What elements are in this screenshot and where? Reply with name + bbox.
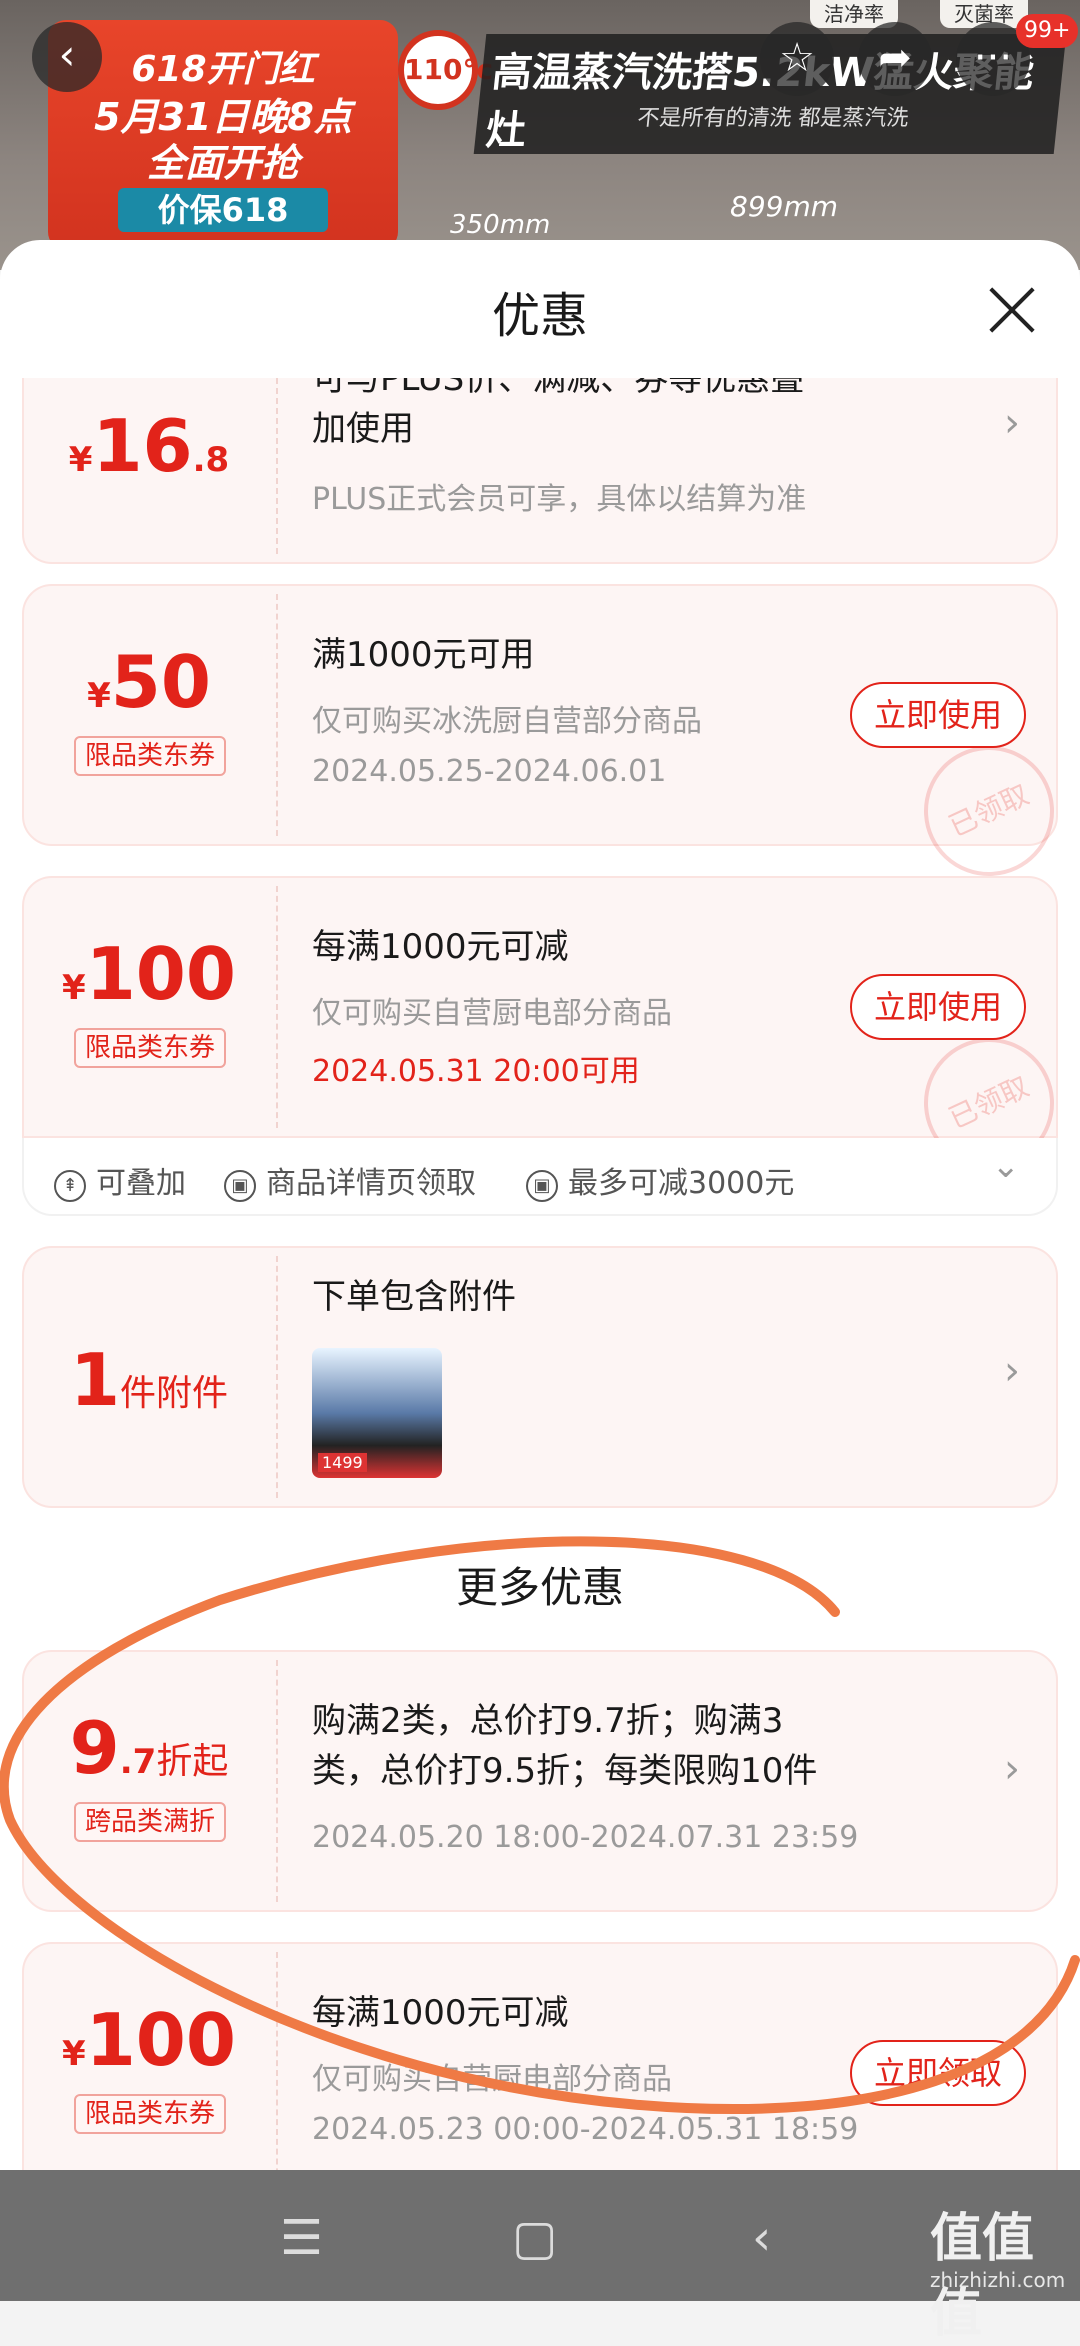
- coupon-amount: ¥100: [62, 932, 236, 1016]
- more-icon: ···: [973, 35, 1013, 81]
- coupon-icon: ▣: [526, 1170, 558, 1202]
- accessory-count: 1件附件: [69, 1338, 229, 1422]
- discount-sheet: 优惠 ¥16.8 可与PLUS价、满减、券等优惠叠 加使用 PLUS正式会员可享…: [0, 240, 1080, 2170]
- coupon-title: 每满1000元可减: [312, 1993, 569, 2033]
- discount-title-line1: 购满2类，总价打9.7折；购满3: [312, 1701, 784, 1741]
- feature-claim-location: ▣ 商品详情页领取: [224, 1158, 476, 1202]
- accessory-card[interactable]: 1件附件 下单包含附件 1499 ›: [22, 1246, 1058, 1508]
- card-divider: [276, 886, 278, 1128]
- menu-icon[interactable]: ☰: [280, 2210, 323, 2266]
- coupon-features-row[interactable]: ⇞ 可叠加 ▣ 商品详情页领取 ▣ 最多可减3000元 ⌄: [22, 1138, 1058, 1216]
- dimension-left: 350mm: [450, 210, 551, 240]
- cross-category-discount-card[interactable]: 9.7折起 跨品类满折 购满2类，总价打9.7折；购满3 类，总价打9.5折；每…: [22, 1650, 1058, 1912]
- discount-type-tag: 跨品类满折: [74, 1802, 226, 1842]
- use-now-button[interactable]: 立即使用: [850, 974, 1026, 1040]
- feature-stackable: ⇞ 可叠加: [54, 1158, 186, 1202]
- claim-now-button[interactable]: 立即领取: [850, 2040, 1026, 2106]
- home-square-icon[interactable]: ▢: [512, 2210, 557, 2266]
- sheet-title: 优惠: [491, 288, 588, 344]
- system-nav-bar: ☰ ▢ ‹: [0, 2170, 1080, 2301]
- coupon-subtitle: 仅可购买冰洗厨自营部分商品: [312, 704, 702, 739]
- claimed-stamp: 已领取: [902, 724, 1076, 898]
- back-button[interactable]: ‹: [32, 22, 102, 92]
- coupon-card-100-claim[interactable]: ¥100 限品类东券 每满1000元可减 仅可购买自营厨电部分商品 2024.0…: [22, 1942, 1058, 2170]
- slogan-subtitle: 不是所有的清洗 都是蒸汽洗: [636, 106, 910, 131]
- thumbnail-price: 1499: [318, 1453, 367, 1472]
- coupon-type-tag: 限品类东券: [74, 1028, 226, 1068]
- coupon-date: 2024.05.31 20:00可用: [312, 1054, 640, 1089]
- feature-max-discount: ▣ 最多可减3000元: [526, 1158, 794, 1202]
- star-icon: ☆: [779, 35, 815, 81]
- coupon-amount: ¥50: [87, 640, 211, 724]
- discount-list[interactable]: ¥16.8 可与PLUS价、满减、券等优惠叠 加使用 PLUS正式会员可享，具体…: [0, 378, 1080, 2170]
- share-icon: ➦: [878, 35, 912, 81]
- favorite-button[interactable]: ☆: [760, 22, 834, 96]
- share-button[interactable]: ➦: [858, 22, 932, 96]
- card-divider: [276, 378, 278, 554]
- coupon-card-100[interactable]: ¥100 限品类东券 每满1000元可减 仅可购买自营厨电部分商品 2024.0…: [22, 876, 1076, 1190]
- coupon-title: 每满1000元可减: [312, 927, 569, 967]
- coupon-title: 满1000元可用: [312, 635, 535, 675]
- discount-rate: 9.7折起: [69, 1706, 229, 1790]
- close-button[interactable]: [980, 278, 1044, 342]
- coupon-amount: ¥100: [62, 1998, 236, 2082]
- coupon-type-tag: 限品类东券: [74, 2094, 226, 2134]
- coupon-card-50[interactable]: ¥50 限品类东券 满1000元可用 仅可购买冰洗厨自营部分商品 2024.05…: [22, 584, 1076, 898]
- coupon-icon: ▣: [224, 1170, 256, 1202]
- stack-icon: ⇞: [54, 1170, 86, 1202]
- more-discounts-heading: 更多优惠: [455, 1563, 624, 1612]
- card-divider: [276, 1660, 278, 1902]
- card-title-line1: 可与PLUS价、满减、券等优惠叠: [312, 378, 805, 399]
- chevron-right-icon: ›: [1004, 400, 1020, 446]
- accessory-thumbnail[interactable]: 1499: [312, 1348, 442, 1478]
- chevron-right-icon: ›: [1004, 1746, 1020, 1792]
- promo-tag: 价保618: [118, 188, 328, 232]
- promo-line3: 全面开抢: [146, 141, 299, 185]
- back-arrow-icon: ‹: [58, 30, 76, 79]
- plus-discount-card[interactable]: ¥16.8 可与PLUS价、满减、券等优惠叠 加使用 PLUS正式会员可享，具体…: [22, 378, 1058, 564]
- message-badge: 99+: [1016, 14, 1079, 48]
- coupon-date: 2024.05.23 00:00-2024.05.31 18:59: [312, 2112, 859, 2147]
- card-divider: [276, 594, 278, 836]
- chevron-right-icon: ›: [1004, 1348, 1020, 1394]
- accessory-title: 下单包含附件: [312, 1277, 516, 1317]
- use-now-button[interactable]: 立即使用: [850, 682, 1026, 748]
- coupon-subtitle: 仅可购买自营厨电部分商品: [312, 2062, 672, 2097]
- chevron-down-icon[interactable]: ⌄: [992, 1146, 1021, 1186]
- card-divider: [276, 1256, 278, 1498]
- card-divider: [276, 1952, 278, 2170]
- back-chevron-icon[interactable]: ‹: [752, 2210, 771, 2266]
- temperature-badge: 110°c: [398, 30, 493, 110]
- discount-title-line2: 类，总价打9.5折；每类限购10件: [312, 1751, 818, 1791]
- coupon-subtitle: 仅可购买自营厨电部分商品: [312, 996, 672, 1031]
- product-banner: 618开门红 5月31日晚8点 全面开抢 价保618 110°c 高温蒸汽洗搭5…: [0, 0, 1080, 270]
- card-title-line2: 加使用: [312, 409, 414, 449]
- discount-date: 2024.05.20 18:00-2024.07.31 23:59: [312, 1820, 859, 1855]
- card-subtitle: PLUS正式会员可享，具体以结算为准: [312, 482, 807, 517]
- coupon-date: 2024.05.25-2024.06.01: [312, 754, 667, 789]
- coupon-type-tag: 限品类东券: [74, 736, 226, 776]
- dimension-right: 899mm: [730, 190, 838, 223]
- watermark-url: zhizhizhi.com: [930, 2268, 1066, 2292]
- discount-amount: ¥16.8: [68, 404, 230, 488]
